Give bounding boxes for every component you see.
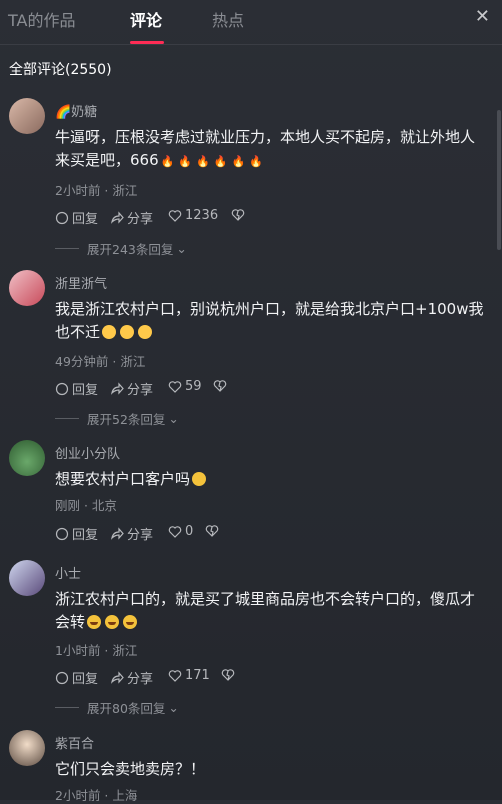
broken-heart-icon <box>231 209 245 221</box>
fire-emoji-icon: 🔥 <box>213 155 228 168</box>
expand-line <box>55 707 79 708</box>
avatar[interactable] <box>9 560 45 596</box>
share-button[interactable]: 分享 <box>110 668 153 687</box>
share-icon <box>111 526 124 540</box>
comment-meta: 49分钟前 · 浙江 <box>55 354 146 369</box>
chevron-down-icon: ⌄ <box>168 411 179 426</box>
comment-item: 浙里浙气 我是浙江农村户口，别说杭州户口，就是给我北京户口+100w我也不迁 4… <box>0 270 495 430</box>
reply-button[interactable]: 回复 <box>55 379 98 398</box>
dislike-button[interactable] <box>213 379 227 393</box>
comment-text: 想要农村户口客户吗 <box>55 468 485 491</box>
comment-username[interactable]: 浙里浙气 <box>55 273 107 292</box>
laugh-emoji-icon <box>105 615 120 629</box>
heart-icon <box>168 209 182 222</box>
fire-emoji-icon: 🔥 <box>178 155 193 168</box>
comment-actions: 回复 分享 59 <box>55 379 255 399</box>
reply-button[interactable]: 回复 <box>55 208 98 227</box>
comment-actions: 回复 分享 1236 <box>55 208 255 228</box>
scrollbar[interactable] <box>497 110 501 250</box>
avatar[interactable] <box>9 730 45 766</box>
comment-item: 🌈奶糖 牛逼呀，压根没考虑过就业压力，本地人买不起房，就让外地人来买是吧，666… <box>0 98 495 258</box>
like-button[interactable]: 1236 <box>168 208 218 223</box>
avatar[interactable] <box>9 440 45 476</box>
share-icon <box>111 381 124 395</box>
laugh-emoji-icon <box>123 615 138 629</box>
like-button[interactable]: 59 <box>168 379 202 394</box>
broken-heart-icon <box>205 525 219 537</box>
comment-item: 小士 浙江农村户口的，就是买了城里商品房也不会转户口的，傻瓜才会转 1小时前 ·… <box>0 560 495 720</box>
fire-emoji-icon: 🔥 <box>249 155 263 168</box>
tab-hot[interactable]: 热点 <box>212 7 244 31</box>
comment-item: 创业小分队 想要农村户口客户吗 刚刚 · 北京 回复 分享 0 <box>0 440 495 550</box>
heart-icon <box>168 525 182 538</box>
comment-text: 它们只会卖地卖房？！ <box>55 760 206 778</box>
dislike-button[interactable] <box>231 208 245 222</box>
comment-text: 我是浙江农村户口，别说杭州户口，就是给我北京户口+100w我也不迁 <box>55 300 484 341</box>
comment-meta: 2小时前 · 上海 <box>55 788 138 803</box>
heart-icon <box>168 669 182 682</box>
comment-text: 牛逼呀，压根没考虑过就业压力，本地人买不起房，就让外地人来买是吧，666 🔥 🔥 🔥 🔥… <box>55 128 476 169</box>
avatar[interactable] <box>9 270 45 306</box>
reply-icon <box>55 671 69 684</box>
comment-meta: 2小时前 · 浙江 <box>55 183 138 198</box>
comment-username[interactable]: 🌈奶糖 <box>55 101 97 120</box>
tab-works[interactable]: TA的作品 <box>8 7 75 31</box>
expand-replies-button[interactable]: 展开52条回复 ⌄ <box>55 409 179 428</box>
expand-replies-button[interactable]: 展开80条回复 ⌄ <box>55 698 179 717</box>
comment-actions: 回复 分享 0 <box>55 524 255 544</box>
expand-replies-button[interactable]: 展开243条回复 ⌄ <box>55 239 187 258</box>
header-divider <box>0 44 502 45</box>
share-button[interactable]: 分享 <box>110 208 153 227</box>
blush-emoji-icon <box>120 325 135 339</box>
share-icon <box>111 210 124 224</box>
broken-heart-icon <box>213 380 227 392</box>
expand-line <box>55 418 79 419</box>
expand-line <box>55 248 79 249</box>
broken-heart-icon <box>221 669 235 681</box>
reply-button[interactable]: 回复 <box>55 524 98 543</box>
comment-username[interactable]: 创业小分队 <box>55 443 120 462</box>
dislike-button[interactable] <box>221 668 235 682</box>
smile-emoji-icon <box>192 472 207 486</box>
comment-item: 紫百合 它们只会卖地卖房？！ 2小时前 · 上海 <box>0 730 495 803</box>
close-icon[interactable]: ✕ <box>475 6 490 27</box>
fire-emoji-icon: 🔥 <box>196 155 210 168</box>
share-button[interactable]: 分享 <box>110 379 153 398</box>
avatar[interactable] <box>9 98 45 134</box>
comment-count: 全部评论(2550) <box>9 62 112 78</box>
laugh-emoji-icon <box>87 615 102 629</box>
reply-icon <box>55 382 69 395</box>
blush-emoji-icon <box>138 325 153 339</box>
chevron-down-icon: ⌄ <box>176 241 187 256</box>
fire-emoji-icon: 🔥 <box>160 155 175 168</box>
reply-button[interactable]: 回复 <box>55 668 98 687</box>
reply-icon <box>55 211 69 224</box>
like-button[interactable]: 0 <box>168 524 193 539</box>
chevron-down-icon: ⌄ <box>168 700 179 715</box>
heart-icon <box>168 380 182 393</box>
comment-meta: 刚刚 · 北京 <box>55 498 117 513</box>
tab-bar: TA的作品 评论 热点 ✕ <box>0 0 502 44</box>
comment-text: 浙江农村户口的，就是买了城里商品房也不会转户口的，傻瓜才会转 <box>55 590 476 631</box>
fire-emoji-icon: 🔥 <box>231 155 246 168</box>
tab-comments[interactable]: 评论 <box>130 7 162 31</box>
share-icon <box>111 670 124 684</box>
dislike-button[interactable] <box>205 524 219 538</box>
comment-meta: 1小时前 · 浙江 <box>55 643 138 658</box>
comment-username[interactable]: 紫百合 <box>55 733 94 752</box>
like-button[interactable]: 171 <box>168 668 210 683</box>
blush-emoji-icon <box>102 325 117 339</box>
comment-username[interactable]: 小士 <box>55 563 81 582</box>
reply-icon <box>55 527 69 540</box>
comment-actions: 回复 分享 171 <box>55 668 255 688</box>
share-button[interactable]: 分享 <box>110 524 153 543</box>
